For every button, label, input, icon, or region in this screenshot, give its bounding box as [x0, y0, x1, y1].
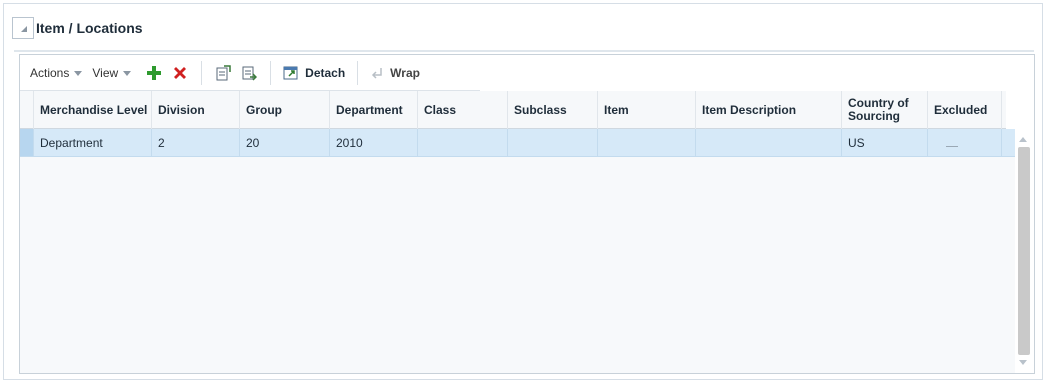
view-menu[interactable]: View: [92, 65, 132, 80]
column-header-item-description[interactable]: Item Description: [696, 91, 842, 129]
collapse-triangle-icon: [21, 26, 27, 32]
column-header-item[interactable]: Item: [598, 91, 696, 129]
table-header: Merchandise Level Division Group Departm…: [20, 91, 1006, 129]
cell-subclass: [508, 129, 598, 156]
wrap-icon: [372, 67, 382, 79]
collapse-toggle-button[interactable]: [12, 17, 34, 39]
cell-merchandise-level: Department: [34, 129, 152, 156]
export-icon: [216, 64, 231, 80]
cell-item: [598, 129, 696, 156]
export-button[interactable]: [212, 62, 234, 84]
import-icon: [242, 66, 258, 81]
toolbar-separator: [357, 60, 359, 85]
column-header-country-of-sourcing[interactable]: Country of Sourcing: [842, 91, 928, 129]
table-body: Department 2 20 2010 US: [20, 129, 1016, 373]
actions-menu-label: Actions: [30, 65, 70, 80]
cell-item-description: [696, 129, 842, 156]
cell-division: 2: [152, 129, 240, 156]
cell-department: 2010: [330, 129, 418, 156]
table-panel: Actions View Detach Wrap Merchandise Lev…: [19, 54, 1035, 374]
row-selector[interactable]: [20, 129, 34, 156]
detach-button[interactable]: Detach: [283, 65, 345, 81]
vertical-scrollbar[interactable]: [1015, 129, 1033, 373]
scroll-down-arrow-icon[interactable]: [1019, 360, 1027, 365]
chevron-down-icon: [123, 71, 132, 76]
import-button[interactable]: [238, 62, 260, 84]
chevron-down-icon: [74, 71, 83, 76]
column-header-excluded[interactable]: Excluded: [928, 91, 1002, 129]
detach-icon: [283, 66, 298, 79]
row-header-gutter: [20, 91, 34, 129]
section-header: Item / Locations: [12, 16, 143, 40]
view-menu-label: View: [92, 65, 119, 80]
item-locations-section: Item / Locations Actions View Detach Wra…: [3, 3, 1043, 380]
cell-excluded: [928, 129, 1002, 156]
cell-country-of-sourcing: US: [842, 129, 928, 156]
table-row[interactable]: Department 2 20 2010 US: [20, 129, 1016, 157]
item-locations-table: Merchandise Level Division Group Departm…: [20, 91, 1034, 373]
table-toolbar: Actions View Detach Wrap: [20, 55, 480, 91]
header-divider: [14, 50, 1034, 52]
delete-button[interactable]: [169, 62, 191, 84]
toolbar-separator: [201, 60, 203, 85]
scrollbar-thumb[interactable]: [1018, 147, 1030, 355]
wrap-button[interactable]: Wrap: [370, 66, 420, 80]
section-title: Item / Locations: [36, 20, 143, 36]
cell-group: 20: [240, 129, 330, 156]
plus-icon: [147, 65, 162, 80]
column-header-subclass[interactable]: Subclass: [508, 91, 598, 129]
column-header-group[interactable]: Group: [240, 91, 330, 129]
column-header-class[interactable]: Class: [418, 91, 508, 129]
detach-label: Detach: [305, 65, 346, 80]
column-header-division[interactable]: Division: [152, 91, 240, 129]
x-icon: [174, 66, 187, 79]
wrap-label: Wrap: [390, 65, 420, 80]
toolbar-separator: [270, 60, 272, 85]
column-header-department[interactable]: Department: [330, 91, 418, 129]
add-button[interactable]: [143, 62, 165, 84]
column-header-merchandise-level[interactable]: Merchandise Level: [34, 91, 152, 129]
empty-value-dash: [946, 146, 958, 147]
cell-class: [418, 129, 508, 156]
actions-menu[interactable]: Actions: [30, 65, 83, 80]
scroll-up-arrow-icon[interactable]: [1019, 137, 1027, 142]
